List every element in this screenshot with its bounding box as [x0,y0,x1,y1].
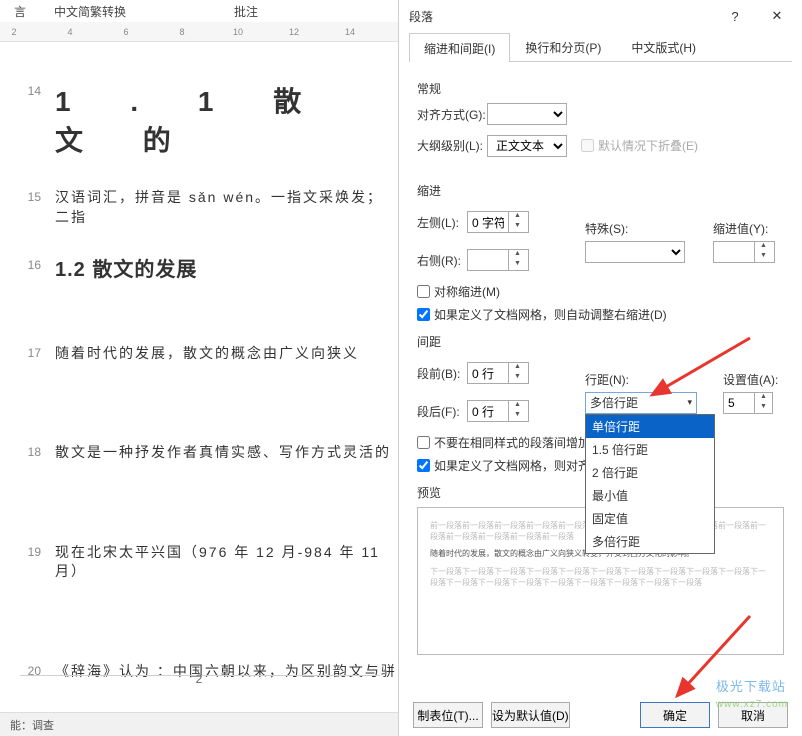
preview-gray-after: 下一段落下一段落下一段落下一段落下一段落下一段落下一段落下一段落下一段落下一段落… [430,566,771,588]
chevron-up-icon[interactable]: ▲ [509,212,526,222]
ribbon-tab-lang[interactable]: 言 [0,0,40,22]
tab-indent-spacing[interactable]: 缩进和间距(I) [409,33,510,62]
ok-button[interactable]: 确定 [640,702,710,728]
body-text[interactable]: 随着时代的发展，散文的概念由广义向狭义 [55,344,398,364]
space-before-label: 段前(B): [417,365,467,382]
section-general: 常规 [417,80,784,97]
watermark: 极光下载站 www.xz7.com [716,676,788,710]
ribbon-tab-comment[interactable]: 批注 [220,0,272,22]
alignment-select[interactable] [487,103,567,125]
watermark-text: 极光下载站 [716,679,786,694]
chevron-down-icon[interactable]: ▼ [509,373,526,383]
dd-option-multiple[interactable]: 多倍行距 [586,530,714,553]
close-button[interactable]: ✕ [756,2,798,30]
body-text[interactable]: 汉语词汇，拼音是 sǎn wén。一指文采焕发；二指 [55,188,398,227]
chevron-down-icon[interactable]: ▼ [755,403,772,413]
help-button[interactable]: ? [714,2,756,30]
indent-right-input[interactable] [468,253,508,267]
set-value-label: 设置值(A): [723,371,778,388]
line-number: 15 [0,188,55,204]
dd-option-minimum[interactable]: 最小值 [586,484,714,507]
mirror-indent-checkbox[interactable] [417,285,430,298]
indent-left-label: 左侧(L): [417,214,467,231]
heading-2[interactable]: 1.2 散文的发展 [55,256,398,284]
status-bar: 能：调查 [0,712,398,736]
tab-line-page-breaks[interactable]: 换行和分页(P) [510,32,616,61]
collapse-checkbox [581,139,594,152]
body-text[interactable]: 现在北宋太平兴国（976 年 12 月-984 年 11 月） [55,543,398,582]
dd-option-double[interactable]: 2 倍行距 [586,461,714,484]
indent-left-spinner[interactable]: ▲▼ [467,211,529,233]
paragraph-dialog: 段落 ? ✕ 缩进和间距(I) 换行和分页(P) 中文版式(H) 常规 对齐方式… [398,0,802,736]
tab-chinese-typography[interactable]: 中文版式(H) [616,32,711,61]
nospace-same-style-checkbox[interactable] [417,436,430,449]
set-value-spinner[interactable]: ▲▼ [723,392,773,414]
special-label: 特殊(S): [585,220,695,237]
chevron-down-icon[interactable]: ▼ [509,260,526,270]
autogrid-indent-label: 如果定义了文档网格，则自动调整右缩进(D) [434,306,667,323]
indent-left-input[interactable] [468,215,508,229]
nospace-same-style-label: 不要在相同样式的段落间增加间 [434,434,602,451]
mirror-indent-label: 对称缩进(M) [434,283,500,300]
ribbon-tab-sc-tc[interactable]: 中文简繁转换 [40,0,140,22]
watermark-url: www.xz7.com [716,699,788,710]
space-after-label: 段后(F): [417,403,467,420]
line-spacing-select[interactable]: 多倍行距 ▾ [585,392,697,414]
line-spacing-value: 多倍行距 [590,394,638,411]
collapse-label: 默认情况下折叠(E) [598,137,698,154]
line-number: 17 [0,344,55,360]
outline-select[interactable]: 正文文本 [487,135,567,157]
indent-right-label: 右侧(R): [417,252,467,269]
autogrid-spacing-label: 如果定义了文档网格，则对齐到 [434,457,602,474]
chevron-up-icon[interactable]: ▲ [509,401,526,411]
dialog-titlebar[interactable]: 段落 ? ✕ [399,0,802,32]
section-spacing: 间距 [417,333,784,350]
line-number: 14 [0,82,55,98]
autogrid-indent-checkbox[interactable] [417,308,430,321]
chevron-down-icon[interactable]: ▼ [509,222,526,232]
heading-1[interactable]: 1 . 1 散 文 的 [55,82,398,160]
line-spacing-label: 行距(N): [585,371,705,388]
line-number: 16 [0,256,55,272]
dd-option-1-5[interactable]: 1.5 倍行距 [586,438,714,461]
alignment-label: 对齐方式(G): [417,106,487,123]
document-page[interactable]: 14 1 . 1 散 文 的 15 汉语词汇，拼音是 sǎn wén。一指文采焕… [0,42,398,682]
dd-option-exactly[interactable]: 固定值 [586,507,714,530]
dialog-title: 段落 [409,8,433,25]
line-spacing-dropdown: 单倍行距 1.5 倍行距 2 倍行距 最小值 固定值 多倍行距 [585,414,715,554]
tabs-button[interactable]: 制表位(T)... [413,702,483,728]
body-text[interactable]: 散文是一种抒发作者真情实感、写作方式灵活的 [55,443,398,463]
indent-right-spinner[interactable]: ▲▼ [467,249,529,271]
autogrid-spacing-checkbox[interactable] [417,459,430,472]
indent-value-label: 缩进值(Y): [713,220,775,237]
special-select[interactable] [585,241,685,263]
chevron-down-icon[interactable]: ▼ [755,252,772,262]
set-default-button[interactable]: 设为默认值(D) [491,702,570,728]
outline-label: 大纲级别(L): [417,137,487,154]
space-before-spinner[interactable]: ▲▼ [467,362,529,384]
dialog-tabs: 缩进和间距(I) 换行和分页(P) 中文版式(H) [409,32,792,62]
dialog-body: 常规 对齐方式(G): 大纲级别(L): 正文文本 默认情况下折叠(E) 缩进 … [399,62,802,663]
line-number: 19 [0,543,55,559]
page-number: 2 [0,672,398,686]
space-after-spinner[interactable]: ▲▼ [467,400,529,422]
chevron-up-icon[interactable]: ▲ [509,363,526,373]
chevron-up-icon[interactable]: ▲ [755,242,772,252]
ruler[interactable]: 2 4 6 8 10 12 14 [0,22,398,42]
dd-option-single[interactable]: 单倍行距 [586,415,714,438]
chevron-up-icon[interactable]: ▲ [755,393,772,403]
line-number: 18 [0,443,55,459]
indent-value-input[interactable] [714,245,754,259]
chevron-up-icon[interactable]: ▲ [509,250,526,260]
chevron-down-icon[interactable]: ▼ [509,411,526,421]
section-indent: 缩进 [417,182,784,199]
set-value-input[interactable] [724,396,754,410]
ribbon-tabs: 言 中文简繁转换 批注 [0,0,398,22]
document-area: 言 中文简繁转换 批注 2 4 6 8 10 12 14 14 1 . 1 散 … [0,0,398,736]
space-before-input[interactable] [468,366,508,380]
space-after-input[interactable] [468,404,508,418]
indent-value-spinner[interactable]: ▲▼ [713,241,775,263]
chevron-down-icon: ▾ [687,397,692,408]
